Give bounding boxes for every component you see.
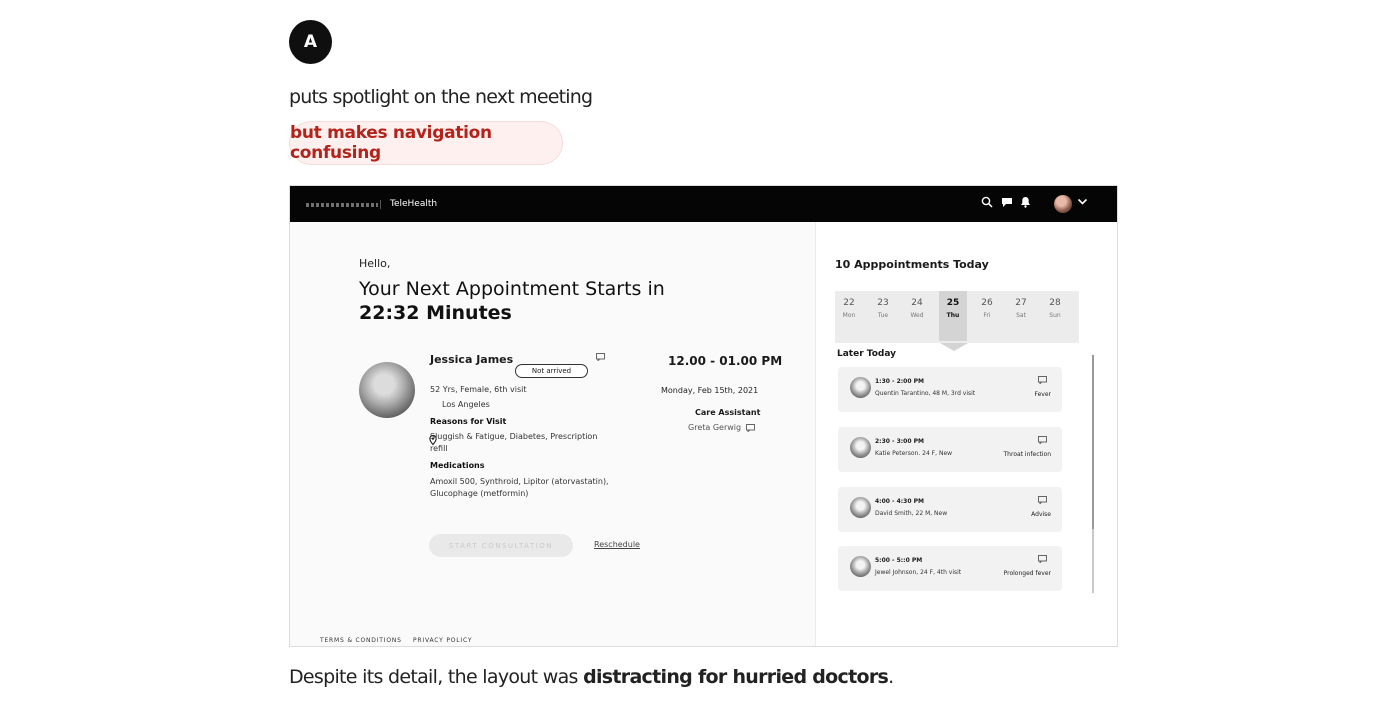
highlight-text: but makes navigation confusing [290,123,492,163]
day-tue[interactable]: 23 Tue [869,291,897,343]
patient-thumbnail [850,437,871,458]
countdown: 22:32 Minutes [359,302,512,324]
appointment-card-desc: Quentin Tarantino, 48 M, 3rd visit [875,390,976,397]
appointment-date: Monday, Feb 15th, 2021 [661,386,759,395]
day-selector: 22 Mon 23 Tue 24 Wed 25 Thu 26 Fri 27 Sat 28 Su… [835,291,1079,343]
day-name: Thu [946,312,960,319]
next-appointment-heading: Your Next Appointment Starts in [359,278,665,300]
appointment-card-reason: Prolonged fever [1003,570,1051,577]
day-number: 26 [981,298,993,308]
patient-photo [359,362,415,418]
medications-label: Medications [430,461,485,470]
day-sat[interactable]: 27 Sat [1007,291,1035,343]
appointment-card[interactable]: 5:00 - 5::0 PM Jewel Johnson, 24 F, 4th … [838,546,1062,591]
appointment-card[interactable]: 4:00 - 4:30 PM David Smith, 22 M, New Ad… [838,487,1062,532]
appointment-card-desc: Jewel Johnson, 24 F, 4th visit [875,569,962,576]
search-icon[interactable] [981,196,993,211]
appointment-card-reason: Advise [1031,511,1051,518]
greeting: Hello, [359,257,391,270]
highlight-pill: but makes navigation confusing [289,121,563,165]
card-message-icon[interactable] [1038,436,1047,446]
brand-logo [306,203,378,207]
user-avatar[interactable] [1054,195,1072,213]
day-number: 23 [877,298,889,308]
caption-emphasis: distracting for hurried doctors [583,666,889,688]
patient-thumbnail [850,556,871,577]
privacy-link[interactable]: PRIVACY POLICY [413,637,472,644]
patient-thumbnail [850,377,871,398]
medications-line-1: Amoxil 500, Synthroid, Lipitor (atorvast… [430,477,609,486]
appointment-card[interactable]: 2:30 - 3:00 PM Katie Peterson. 24 F, New… [838,427,1062,472]
appointment-card-reason: Fever [1034,391,1051,398]
appointment-card-reason: Throat infection [1003,451,1051,458]
chevron-down-icon[interactable] [1077,196,1088,210]
day-sun[interactable]: 28 Sun [1041,291,1069,343]
appointment-card-time: 5:00 - 5::0 PM [875,557,923,564]
app-screenshot: TeleHealth Hello, Your Next Appointment … [289,185,1118,647]
reasons-label: Reasons for Visit [430,417,507,426]
appointment-card-time: 2:30 - 3:00 PM [875,438,924,445]
message-icon[interactable] [596,353,605,363]
appointments-title: 10 Apppointments Today [835,258,989,271]
lead-text: puts spotlight on the next meeting [289,86,593,108]
patient-thumbnail [850,497,871,518]
care-assistant-label: Care Assistant [695,408,761,417]
appointment-card-desc: Katie Peterson. 24 F, New [875,450,953,457]
reschedule-link[interactable]: Reschedule [594,540,640,549]
caption-post: . [888,666,894,688]
reasons-line-2: refill [430,444,448,453]
product-name: TeleHealth [390,199,438,209]
card-message-icon[interactable] [1038,376,1047,386]
patient-name: Jessica James [430,353,514,366]
day-name: Wed [910,312,924,319]
status-badge: Not arrived [515,364,588,378]
care-assistant-name: Greta Gerwig [688,423,742,432]
selected-day-marker [940,343,968,351]
day-fri[interactable]: 26 Fri [973,291,1001,343]
day-number: 28 [1049,298,1061,308]
reasons-line-1: Sluggish & Fatigue, Diabetes, Prescripti… [430,432,598,441]
terms-link[interactable]: TERMS & CONDITIONS [320,637,402,644]
day-name: Mon [842,312,856,319]
bell-icon[interactable] [1020,196,1031,211]
scrollbar-thumb[interactable] [1092,355,1094,529]
start-consultation-button[interactable]: START CONSULTATION [429,534,573,557]
chat-icon[interactable] [1001,196,1013,211]
medications-line-2: Glucophage (metformin) [430,489,529,498]
status-text: Not arrived [531,367,572,375]
day-thu-selected[interactable]: 25 Thu [939,291,967,341]
avatar-letter: A [303,32,318,52]
card-message-icon[interactable] [1038,555,1047,565]
day-name: Fri [983,312,991,319]
author-avatar: A [289,20,332,64]
patient-details: 52 Yrs, Female, 6th visit [430,385,527,394]
card-message-icon[interactable] [1038,496,1047,506]
day-number: 22 [843,298,855,308]
day-number: 27 [1015,298,1027,308]
logo-divider [380,200,381,209]
app-top-bar: TeleHealth [290,186,1117,222]
day-wed[interactable]: 24 Wed [903,291,931,343]
day-number: 25 [946,298,960,308]
day-mon[interactable]: 22 Mon [835,291,863,343]
appointment-card-time: 4:00 - 4:30 PM [875,498,924,505]
day-name: Sun [1049,312,1061,319]
day-number: 24 [911,298,923,308]
patient-location: Los Angeles [442,400,490,409]
day-name: Sat [1016,312,1026,319]
appointment-card-desc: David Smith, 22 M, New [875,510,948,517]
care-message-icon[interactable] [746,424,755,434]
later-today-label: Later Today [837,349,897,359]
caption: Despite its detail, the layout was distr… [289,666,894,688]
appointment-card-time: 1:30 - 2:00 PM [875,378,924,385]
day-name: Tue [877,312,889,319]
caption-pre: Despite its detail, the layout was [289,666,578,688]
next-appointment-pane: Hello, Your Next Appointment Starts in 2… [290,222,814,646]
schedule-pane: 10 Apppointments Today 22 Mon 23 Tue 24 Wed… [815,222,1117,646]
appointment-time: 12.00 - 01.00 PM [668,354,783,368]
appointment-card[interactable]: 1:30 - 2:00 PM Quentin Tarantino, 48 M, … [838,367,1062,412]
